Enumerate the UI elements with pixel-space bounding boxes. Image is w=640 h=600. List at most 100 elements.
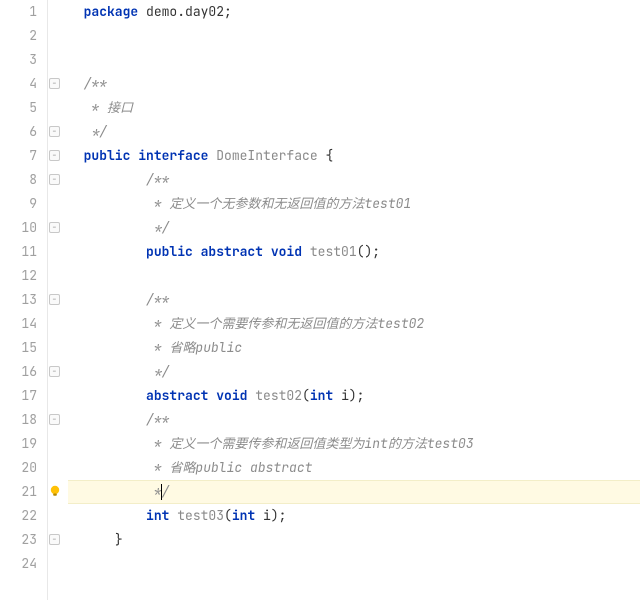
token-punc: ( — [302, 387, 310, 404]
token-kw: public — [146, 243, 201, 260]
line-number: 17 — [0, 384, 37, 408]
line-number: 12 — [0, 264, 37, 288]
code-line[interactable] — [68, 264, 640, 288]
token-punc: ); — [271, 507, 287, 524]
token-cls: DomeInterface — [216, 147, 325, 164]
code-line[interactable]: /** — [68, 72, 640, 96]
token-kw: interface — [138, 147, 216, 164]
line-number: 20 — [0, 456, 37, 480]
token-punc: { — [325, 147, 333, 164]
line-number: 9 — [0, 192, 37, 216]
code-line[interactable]: * 接口 — [68, 96, 640, 120]
fold-toggle-icon[interactable]: − — [49, 534, 60, 545]
token-punc: } — [115, 531, 123, 548]
line-number: 8 — [0, 168, 37, 192]
token-comment: */ — [115, 363, 170, 380]
fold-toggle-icon[interactable]: − — [49, 414, 60, 425]
token-type: void — [216, 387, 255, 404]
code-line[interactable]: * 省略public abstract — [68, 456, 640, 480]
token-punc: i — [341, 387, 349, 404]
code-line[interactable]: * 定义一个需要传参和无返回值的方法test02 — [68, 312, 640, 336]
code-line[interactable]: /** — [68, 408, 640, 432]
code-line[interactable] — [68, 48, 640, 72]
line-number: 7 — [0, 144, 37, 168]
token-punc — [115, 243, 146, 260]
code-line[interactable]: } — [68, 528, 640, 552]
line-number: 13 — [0, 288, 37, 312]
token-comment: */ — [115, 219, 170, 236]
token-punc: demo.day02 — [146, 3, 224, 20]
line-number: 11 — [0, 240, 37, 264]
code-line[interactable]: /** — [68, 288, 640, 312]
line-number: 24 — [0, 552, 37, 576]
code-line[interactable]: abstract void test02(int i); — [68, 384, 640, 408]
line-number: 18 — [0, 408, 37, 432]
token-comment: */ — [84, 123, 107, 140]
fold-toggle-icon[interactable]: − — [49, 126, 60, 137]
token-semi: ; — [224, 3, 232, 20]
line-number: 15 — [0, 336, 37, 360]
fold-toggle-icon[interactable]: − — [49, 366, 60, 377]
token-comment: * — [115, 483, 162, 500]
code-line[interactable] — [68, 552, 640, 576]
token-type: int — [310, 387, 341, 404]
token-kw: abstract — [146, 387, 216, 404]
token-punc: ); — [349, 387, 365, 404]
fold-toggle-icon[interactable]: − — [49, 174, 60, 185]
code-line[interactable]: package demo.day02; — [68, 0, 640, 24]
token-comment: * 省略public — [115, 339, 242, 356]
token-kw: package — [84, 3, 146, 20]
line-number: 10 — [0, 216, 37, 240]
token-punc: ( — [224, 507, 232, 524]
token-comment: * 接口 — [84, 99, 133, 116]
line-number: 21 — [0, 480, 37, 504]
line-number: 1 — [0, 0, 37, 24]
token-comment: /** — [84, 75, 107, 92]
token-comment: /** — [115, 411, 170, 428]
code-line[interactable]: */ — [68, 360, 640, 384]
token-method: test02 — [255, 387, 302, 404]
token-type: void — [271, 243, 310, 260]
code-line[interactable]: * 定义一个无参数和无返回值的方法test01 — [68, 192, 640, 216]
code-line[interactable]: */ — [68, 480, 640, 504]
code-line[interactable]: /** — [68, 168, 640, 192]
code-line[interactable]: */ — [68, 120, 640, 144]
code-line[interactable] — [68, 24, 640, 48]
token-comment: * 省略public abstract — [115, 459, 313, 476]
line-number: 6 — [0, 120, 37, 144]
code-editor[interactable]: 123456789101112131415161718192021222324 … — [0, 0, 640, 600]
line-number: 3 — [0, 48, 37, 72]
code-line[interactable]: int test03(int i); — [68, 504, 640, 528]
line-number: 16 — [0, 360, 37, 384]
line-number: 19 — [0, 432, 37, 456]
line-number-gutter: 123456789101112131415161718192021222324 — [0, 0, 48, 600]
fold-toggle-icon[interactable]: − — [49, 222, 60, 233]
token-comment: /** — [115, 171, 170, 188]
code-line[interactable]: * 省略public — [68, 336, 640, 360]
line-number: 23 — [0, 528, 37, 552]
token-comment: /** — [115, 291, 170, 308]
fold-toggle-icon[interactable]: − — [49, 294, 60, 305]
line-number: 14 — [0, 312, 37, 336]
code-line[interactable]: * 定义一个需要传参和返回值类型为int的方法test03 — [68, 432, 640, 456]
token-punc: i — [263, 507, 271, 524]
token-punc — [115, 507, 146, 524]
code-line[interactable]: public abstract void test01(); — [68, 240, 640, 264]
intention-bulb-icon[interactable] — [48, 484, 62, 498]
code-line[interactable]: public interface DomeInterface { — [68, 144, 640, 168]
line-number: 5 — [0, 96, 37, 120]
token-punc: (); — [357, 243, 380, 260]
fold-toggle-icon[interactable]: − — [49, 150, 60, 161]
token-comment: * 定义一个无参数和无返回值的方法test01 — [115, 195, 411, 212]
fold-toggle-icon[interactable]: − — [49, 78, 60, 89]
token-method: test03 — [177, 507, 224, 524]
token-type: int — [146, 507, 177, 524]
line-number: 4 — [0, 72, 37, 96]
token-comment: * 定义一个需要传参和返回值类型为int的方法test03 — [115, 435, 474, 452]
code-area[interactable]: package demo.day02; /** * 接口 */ public i… — [62, 0, 640, 600]
fold-column: − − − − − − − − − — [48, 0, 62, 600]
token-kw: abstract — [201, 243, 271, 260]
token-punc — [115, 387, 146, 404]
token-comment: * 定义一个需要传参和无返回值的方法test02 — [115, 315, 424, 332]
code-line[interactable]: */ — [68, 216, 640, 240]
